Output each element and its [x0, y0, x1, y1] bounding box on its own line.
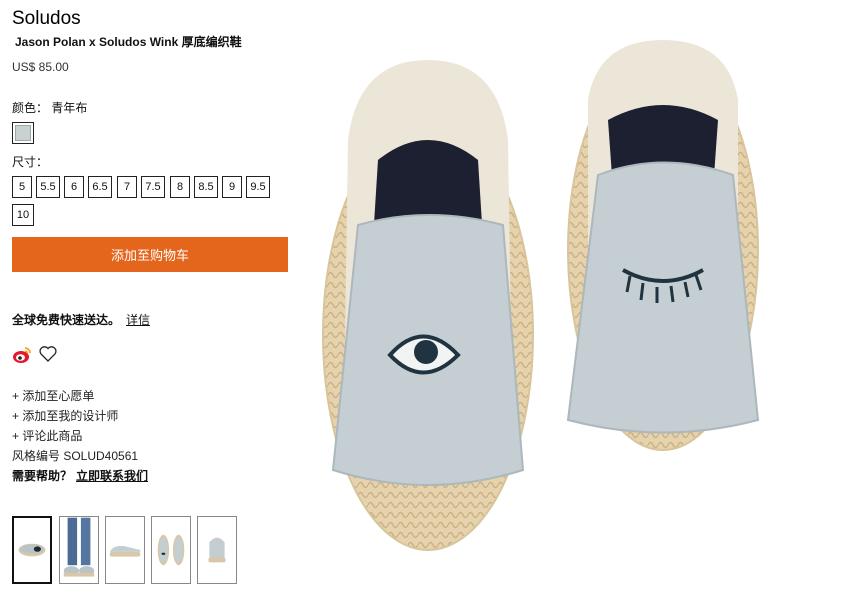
thumbnail-shoe-top[interactable]: [12, 516, 52, 584]
size-option[interactable]: 9: [222, 176, 242, 198]
size-option[interactable]: 6: [64, 176, 84, 198]
review-product-link[interactable]: + 评论此商品: [12, 427, 82, 444]
size-option[interactable]: 5.5: [36, 176, 60, 198]
help-line: 需要帮助？ 立即联系我们: [12, 467, 148, 484]
add-to-designers-link[interactable]: + 添加至我的设计师: [12, 407, 118, 424]
contact-us-link[interactable]: 立即联系我们: [76, 469, 148, 483]
shipping-info: 全球免费快速送达。: [12, 313, 121, 327]
thumbnail-side[interactable]: [105, 516, 145, 584]
product-name: Jason Polan x Soludos Wink 厚底编织鞋: [15, 35, 242, 49]
thumbnail-model[interactable]: [59, 516, 99, 584]
size-option[interactable]: 10: [12, 204, 34, 226]
weibo-icon[interactable]: [12, 345, 32, 365]
heart-icon[interactable]: [38, 344, 58, 364]
size-option[interactable]: 8.5: [194, 176, 218, 198]
help-text: 需要帮助？: [12, 469, 73, 483]
shipping-details-link[interactable]: 详信: [126, 311, 150, 328]
add-to-cart-button[interactable]: 添加至购物车: [12, 237, 288, 272]
style-number: 风格编号 SOLUD40561: [12, 449, 139, 463]
product-price: US$ 85.00: [12, 60, 69, 74]
size-option[interactable]: 7: [117, 176, 137, 198]
thumbnail-pair[interactable]: [151, 516, 191, 584]
color-value: 青年布: [51, 101, 88, 115]
brand-name[interactable]: Soludos: [12, 8, 81, 30]
size-option[interactable]: 8: [170, 176, 190, 198]
add-to-wishlist-link[interactable]: + 添加至心愿单: [12, 387, 94, 404]
size-option[interactable]: 5: [12, 176, 32, 198]
size-option[interactable]: 9.5: [246, 176, 270, 198]
size-option[interactable]: 7.5: [141, 176, 165, 198]
swatch-fill: [15, 125, 31, 141]
thumbnail-back[interactable]: [197, 516, 237, 584]
color-label: 颜色： 青年布: [12, 99, 87, 116]
size-option[interactable]: 6.5: [88, 176, 112, 198]
color-swatch[interactable]: [12, 122, 34, 144]
main-product-image: [318, 0, 852, 594]
color-label-text: 颜色：: [12, 101, 49, 115]
size-label: 尺寸：: [12, 155, 49, 169]
